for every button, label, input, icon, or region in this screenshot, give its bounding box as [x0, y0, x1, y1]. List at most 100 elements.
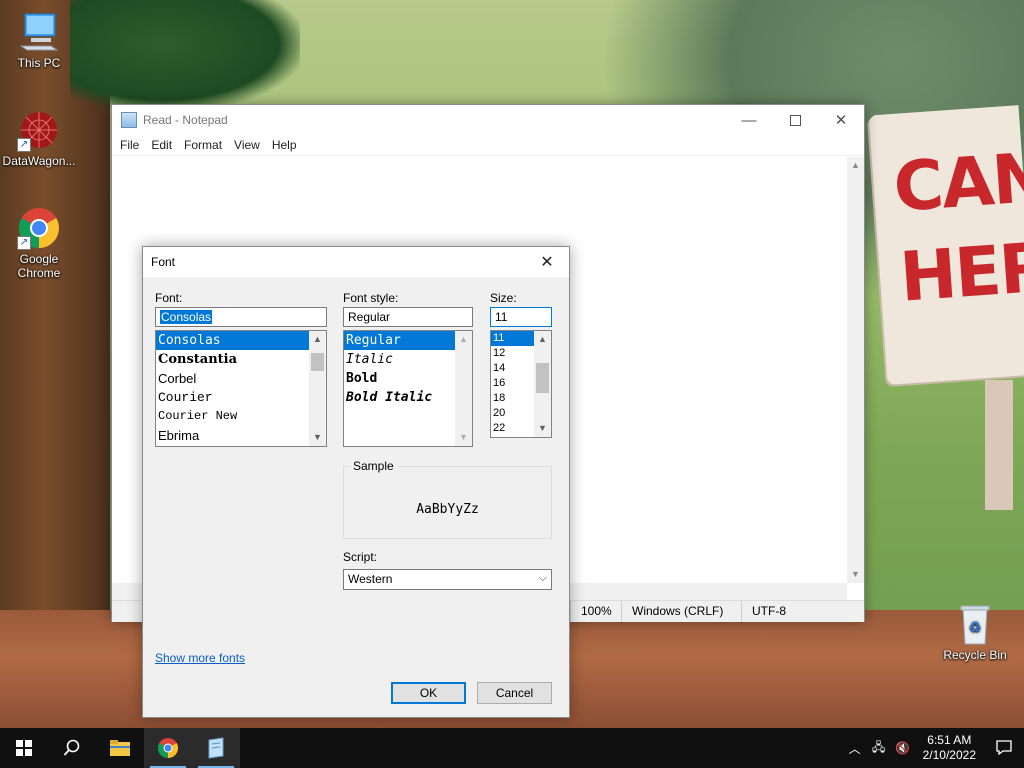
- volume-muted-icon[interactable]: 🔇: [891, 741, 915, 755]
- vertical-scrollbar[interactable]: ▲ ▼: [847, 157, 864, 583]
- wallpaper-sign-text: CAN HER: [891, 138, 1024, 318]
- font-style-item[interactable]: Bold: [344, 369, 472, 388]
- recycle-bin-icon: ♻: [953, 602, 997, 646]
- clock-date: 2/10/2022: [922, 748, 976, 762]
- menu-format[interactable]: Format: [178, 138, 228, 152]
- system-tray: ︿ 🖧 🔇 6:51 AM 2/10/2022: [843, 728, 1024, 768]
- sample-group: Sample AaBbYyZz: [343, 459, 552, 539]
- dialog-title: Font: [151, 255, 176, 269]
- desktop-icon-label: Recycle Bin: [943, 648, 1007, 662]
- notepad-icon: [208, 737, 224, 759]
- sample-label: Sample: [350, 459, 397, 473]
- maximize-icon: [789, 114, 801, 126]
- scroll-down-icon[interactable]: ▼: [534, 420, 551, 437]
- font-name-value: Consolas: [160, 310, 213, 324]
- this-pc-icon: [17, 10, 61, 54]
- chevron-down-icon: ⌵: [538, 572, 547, 584]
- menu-file[interactable]: File: [114, 138, 145, 152]
- taskbar-chrome[interactable]: [144, 728, 192, 768]
- chrome-icon: ↗: [17, 206, 61, 250]
- menu-help[interactable]: Help: [266, 138, 303, 152]
- font-list-item[interactable]: Courier: [156, 388, 326, 407]
- font-size-input[interactable]: 11: [490, 307, 552, 327]
- scroll-up-icon[interactable]: ▲: [534, 331, 551, 348]
- font-size-item[interactable]: 11: [491, 331, 534, 346]
- scroll-up-icon[interactable]: ▲: [847, 157, 864, 174]
- status-zoom: 100%: [570, 601, 621, 622]
- scroll-up-icon[interactable]: ▲: [455, 331, 472, 348]
- desktop-icon-label: DataWagon...: [2, 154, 76, 168]
- clock-time: 6:51 AM: [927, 733, 972, 747]
- dialog-titlebar[interactable]: Font ✕: [143, 247, 569, 277]
- svg-text:♻: ♻: [969, 620, 982, 636]
- scroll-down-icon[interactable]: ▼: [309, 429, 326, 446]
- script-label: Script:: [343, 550, 378, 564]
- font-size-value: 11: [495, 310, 508, 324]
- font-style-label: Font style:: [343, 291, 399, 305]
- desktop-icon-label: This PC: [17, 56, 61, 70]
- scroll-up-icon[interactable]: ▲: [309, 331, 326, 348]
- scroll-down-icon[interactable]: ▼: [847, 566, 864, 583]
- search-button[interactable]: [48, 728, 96, 768]
- font-list-item[interactable]: Consolas: [156, 331, 326, 350]
- folder-icon: [110, 740, 130, 756]
- datawagon-icon: ↗: [17, 108, 61, 152]
- status-encoding: UTF-8: [741, 601, 822, 622]
- ok-button[interactable]: OK: [391, 682, 466, 704]
- wallpaper-sign: CAN HER: [868, 105, 1024, 385]
- font-list-item[interactable]: Ebrima: [156, 426, 326, 445]
- font-style-list[interactable]: Regular Italic Bold Bold Italic ▲ ▼: [343, 330, 473, 447]
- taskbar-notepad[interactable]: [192, 728, 240, 768]
- maximize-button[interactable]: [772, 105, 818, 135]
- shortcut-arrow-icon: ↗: [17, 138, 31, 152]
- font-style-item[interactable]: Italic: [344, 350, 472, 369]
- scroll-thumb[interactable]: [536, 363, 549, 393]
- scroll-thumb[interactable]: [311, 353, 324, 371]
- wallpaper-tree-foliage: [70, 0, 300, 110]
- font-label: Font:: [155, 291, 183, 305]
- font-list[interactable]: Consolas Constantia Corbel Courier Couri…: [155, 330, 327, 447]
- minimize-button[interactable]: —: [726, 105, 772, 135]
- chevron-up-icon[interactable]: ︿: [843, 740, 867, 757]
- close-icon: ✕: [834, 112, 848, 129]
- shortcut-arrow-icon: ↗: [17, 236, 31, 250]
- font-style-item[interactable]: Bold Italic: [344, 388, 472, 407]
- desktop-icon-google-chrome[interactable]: ↗ Google Chrome: [1, 206, 77, 280]
- menu-bar: File Edit Format View Help: [112, 135, 864, 156]
- menu-view[interactable]: View: [228, 138, 266, 152]
- font-name-input[interactable]: Consolas: [155, 307, 327, 327]
- notepad-titlebar[interactable]: Read - Notepad — ✕: [112, 105, 864, 135]
- close-icon: ✕: [540, 254, 554, 271]
- font-style-item[interactable]: Regular: [344, 331, 472, 350]
- font-style-input[interactable]: Regular: [343, 307, 473, 327]
- dialog-close-button[interactable]: ✕: [525, 247, 569, 277]
- desktop-icon-recycle-bin[interactable]: ♻ Recycle Bin: [937, 602, 1013, 662]
- cancel-button[interactable]: Cancel: [477, 682, 552, 704]
- script-select[interactable]: Western ⌵: [343, 569, 552, 590]
- show-more-fonts-link[interactable]: Show more fonts: [155, 651, 245, 665]
- chrome-icon: [158, 738, 178, 758]
- desktop-icon-datawagon[interactable]: ↗ DataWagon...: [1, 108, 77, 168]
- taskbar-file-explorer[interactable]: [96, 728, 144, 768]
- wallpaper-sign-post: [985, 380, 1013, 510]
- font-list-item[interactable]: Constantia: [156, 350, 326, 369]
- font-dialog: Font ✕ Font: Consolas Consolas Constanti…: [142, 246, 570, 718]
- desktop-icon-label: Google Chrome: [17, 252, 61, 280]
- desktop-icon-this-pc[interactable]: This PC: [1, 10, 77, 70]
- start-button[interactable]: [0, 728, 48, 768]
- minimize-icon: —: [741, 111, 757, 129]
- notifications-icon[interactable]: [984, 739, 1024, 758]
- clock[interactable]: 6:51 AM 2/10/2022: [915, 733, 984, 763]
- font-list-scrollbar[interactable]: ▲ ▼: [309, 331, 326, 446]
- font-size-scrollbar[interactable]: ▲ ▼: [534, 331, 551, 437]
- font-style-scrollbar[interactable]: ▲ ▼: [455, 331, 472, 446]
- scroll-down-icon[interactable]: ▼: [455, 429, 472, 446]
- font-list-item[interactable]: Courier New: [156, 407, 326, 426]
- search-icon: [63, 739, 80, 756]
- font-list-item[interactable]: Corbel: [156, 369, 326, 388]
- font-size-list[interactable]: 11 12 14 16 18 20 22 ▲ ▼: [490, 330, 552, 438]
- close-button[interactable]: ✕: [818, 105, 864, 135]
- notepad-icon: [121, 112, 137, 128]
- network-icon[interactable]: 🖧: [867, 738, 891, 759]
- menu-edit[interactable]: Edit: [145, 138, 178, 152]
